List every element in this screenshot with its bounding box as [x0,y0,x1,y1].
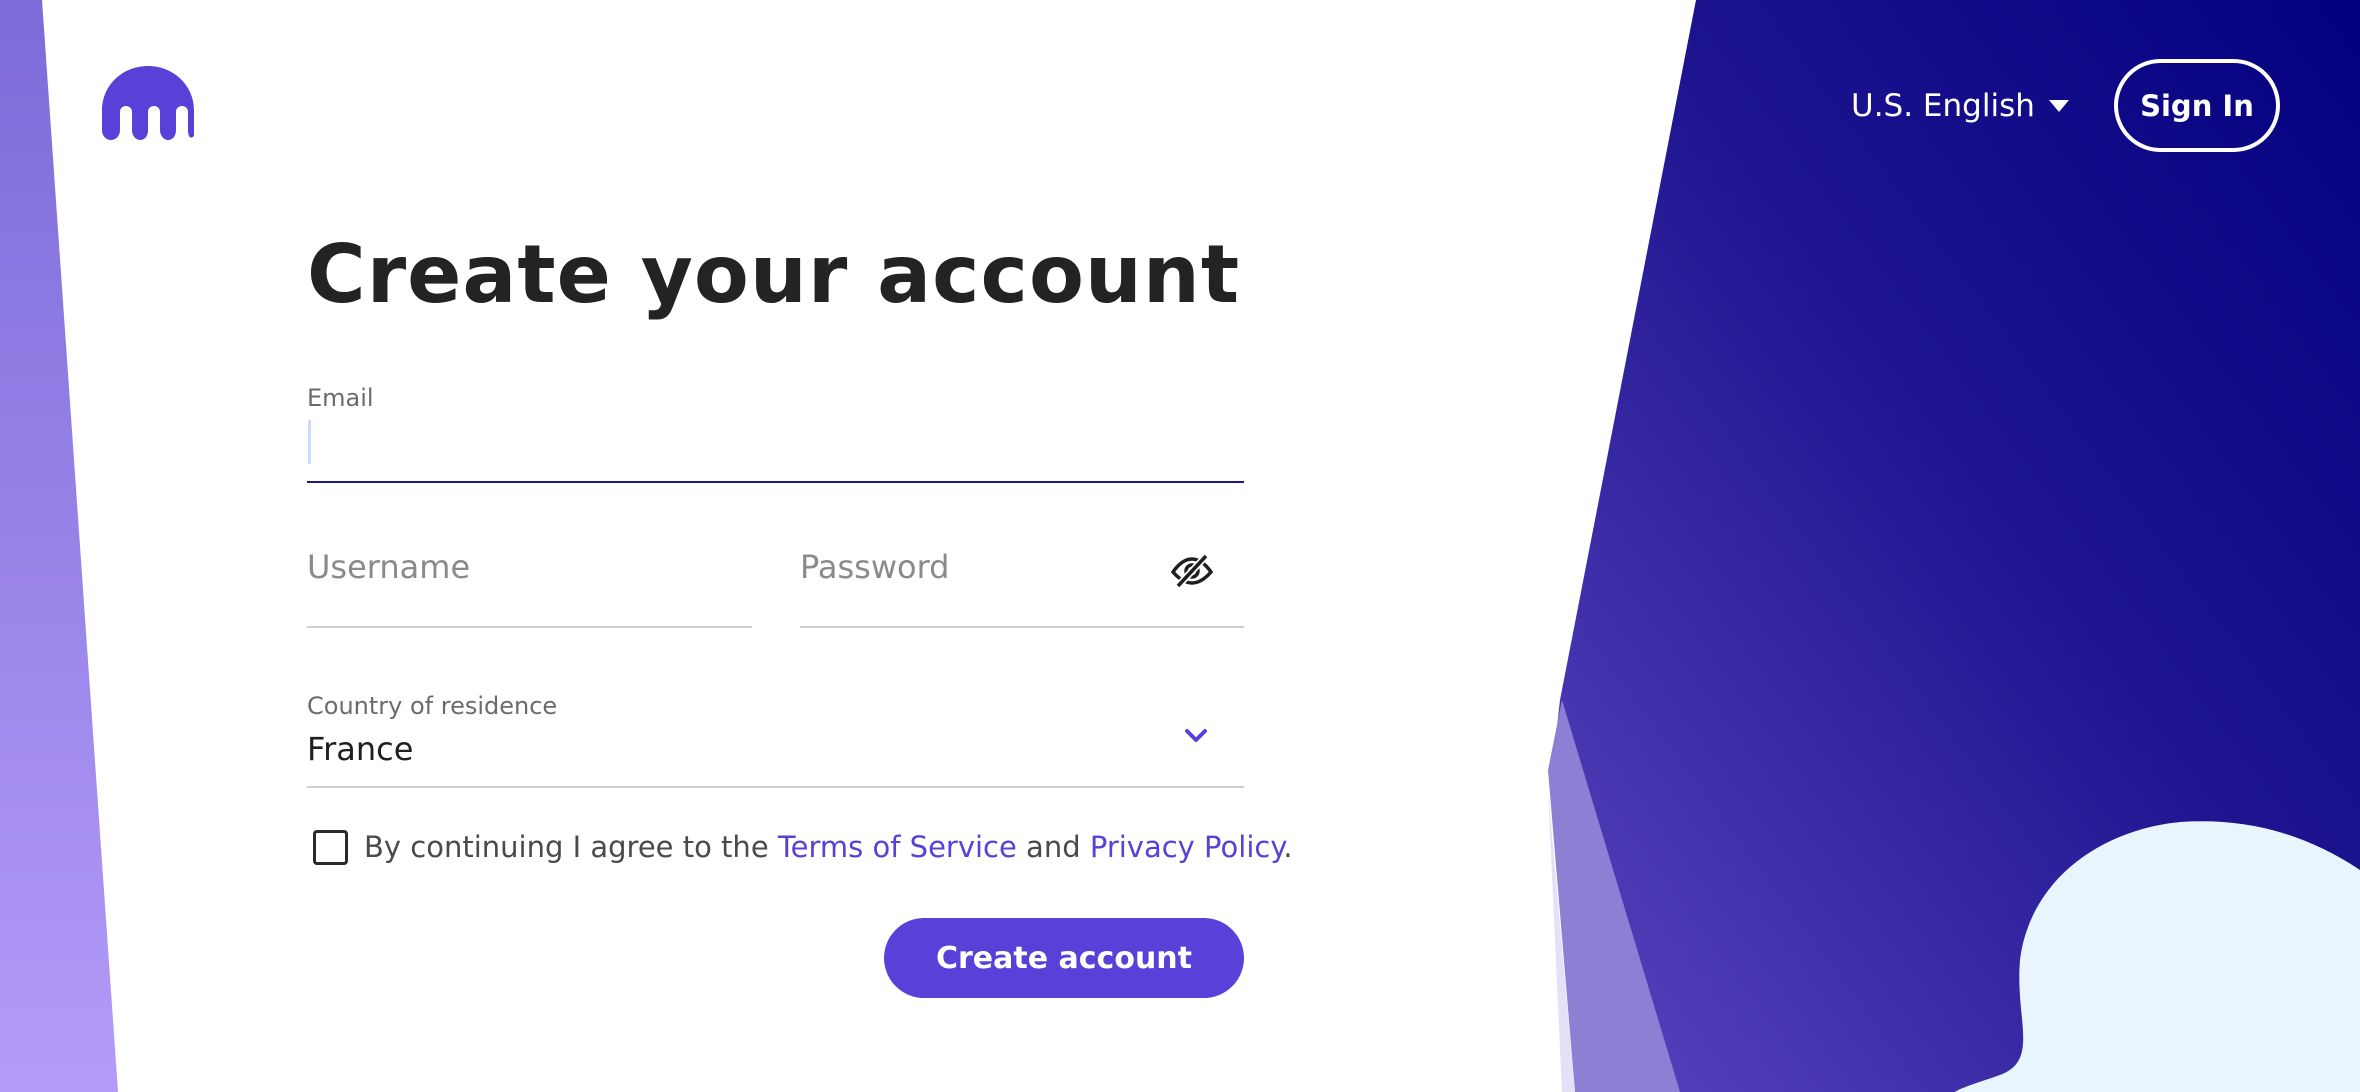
language-label: U.S. English [1851,88,2035,124]
eye-slash-icon[interactable] [1170,550,1214,590]
terms-checkbox[interactable] [313,829,348,865]
terms-agreement: By continuing I agree to the Terms of Se… [313,827,1293,867]
username-placeholder: Username [307,548,471,586]
country-value: France [307,730,414,768]
email-field[interactable]: Email [307,384,1244,484]
kraken-logo-icon[interactable] [102,66,194,140]
password-placeholder: Password [800,548,950,586]
page-title: Create your account [307,228,1241,321]
country-underline [307,786,1244,788]
agreement-text: By continuing I agree to the Terms of Se… [364,830,1293,864]
language-selector[interactable]: U.S. English [1851,86,2069,126]
username-field[interactable]: Username [307,548,752,630]
text-cursor [308,420,311,464]
username-underline [307,626,752,628]
password-field[interactable]: Password [800,548,1244,630]
agreement-middle: and [1016,830,1090,864]
terms-of-service-link[interactable]: Terms of Service [778,830,1017,864]
email-underline [307,481,1244,483]
country-select[interactable]: Country of residence France [307,692,1244,789]
country-label: Country of residence [307,692,558,720]
sign-in-button[interactable]: Sign In [2114,59,2280,152]
privacy-policy-link[interactable]: Privacy Policy [1090,830,1284,864]
agreement-prefix: By continuing I agree to the [364,830,778,864]
agreement-suffix: . [1283,830,1293,864]
create-account-button[interactable]: Create account [884,918,1244,998]
password-underline [800,626,1244,628]
chevron-down-icon [1185,729,1207,742]
email-label: Email [307,384,374,412]
caret-down-icon [2048,100,2069,112]
